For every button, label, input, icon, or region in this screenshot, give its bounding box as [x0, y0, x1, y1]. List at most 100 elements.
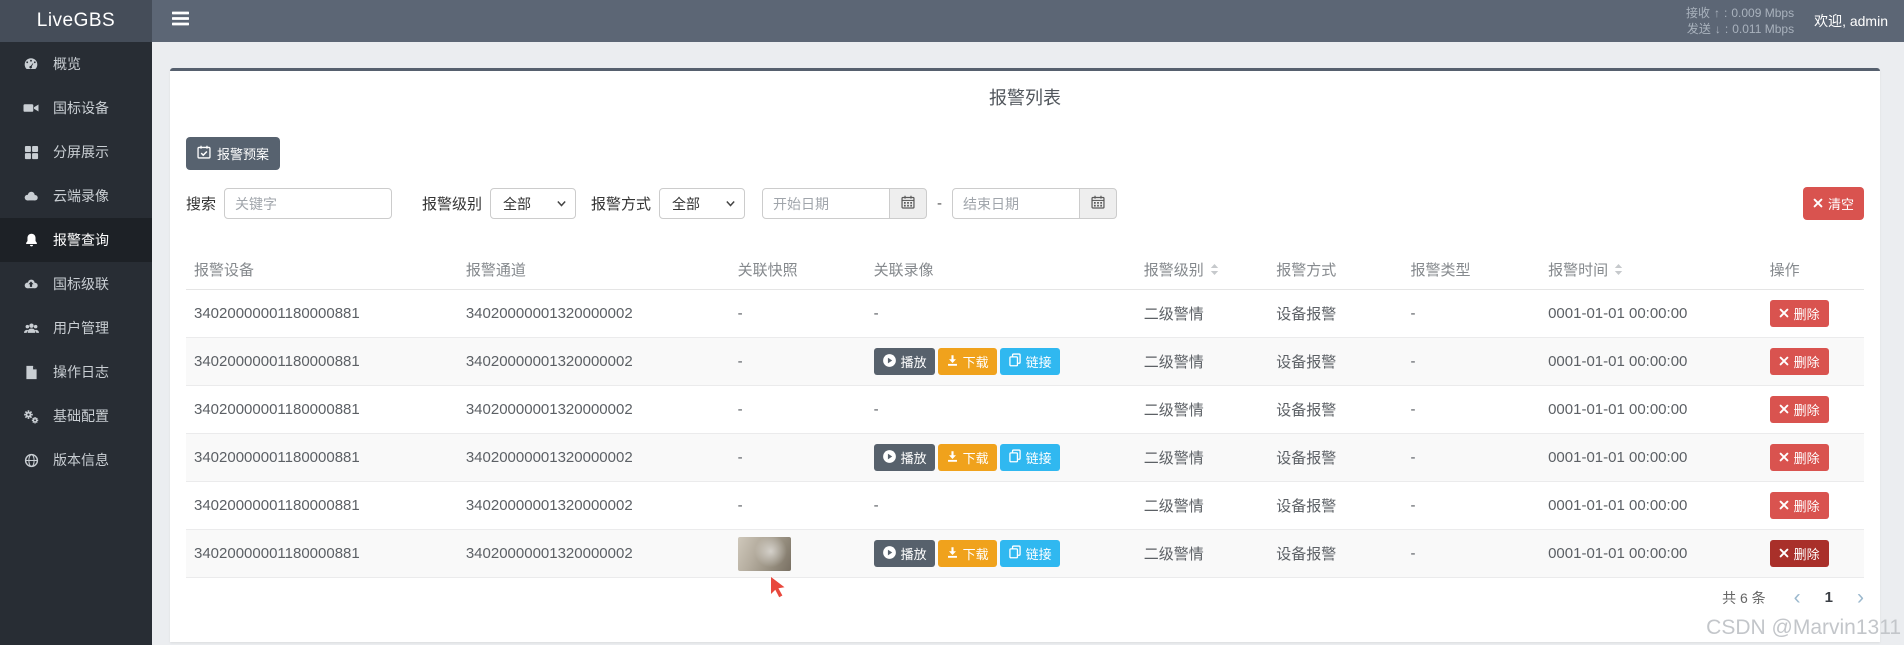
- topbar-right: 接收 ↑:0.009 Mbps 发送 ↓:0.011 Mbps 欢迎, admin: [152, 0, 1904, 42]
- arrow-up-icon: ↑: [1714, 6, 1721, 20]
- download-button[interactable]: 下载: [937, 348, 997, 375]
- alarm-level-select[interactable]: 全部: [490, 188, 577, 219]
- col-header-time[interactable]: 报警时间: [1540, 250, 1762, 290]
- next-page-chevron-icon[interactable]: ›: [1857, 587, 1864, 608]
- delete-label: 删除: [1793, 499, 1820, 514]
- alarm-method-select[interactable]: 全部: [659, 188, 746, 219]
- col-header-snapshot: 关联快照: [729, 250, 866, 290]
- download-icon: [946, 354, 959, 370]
- sort-icon[interactable]: [1209, 263, 1220, 280]
- sidebar-item-3[interactable]: 云端录像: [0, 174, 152, 218]
- chevron-down-icon: [725, 196, 736, 212]
- sidebar-item-2[interactable]: 分屏展示: [0, 130, 152, 174]
- cell-snapshot: -: [729, 337, 866, 386]
- cell-channel: 34020000001320000002: [457, 337, 730, 386]
- sidebar-toggle-button[interactable]: [172, 11, 189, 31]
- sidebar-item-label: 操作日志: [53, 364, 109, 380]
- play-button[interactable]: 播放: [873, 348, 935, 375]
- send-value: 0.011 Mbps: [1732, 22, 1795, 36]
- alarm-snapshot-thumbnail[interactable]: [737, 536, 791, 571]
- delete-button[interactable]: 删除: [1769, 396, 1829, 423]
- start-date-input[interactable]: [762, 188, 891, 219]
- delete-button[interactable]: 删除: [1769, 444, 1829, 471]
- cell-channel: 34020000001320000002: [457, 289, 730, 338]
- download-button[interactable]: 下载: [937, 540, 997, 567]
- start-date-picker-button[interactable]: [889, 188, 928, 219]
- prev-page-chevron-icon[interactable]: ‹: [1794, 587, 1801, 608]
- table-row: 34020000001180000881 34020000001320000002…: [186, 337, 1864, 386]
- cell-actions: 删除: [1761, 337, 1864, 386]
- end-date-picker-button[interactable]: [1079, 188, 1118, 219]
- clear-button[interactable]: 清空: [1802, 187, 1864, 220]
- sidebar-item-8[interactable]: 基础配置: [0, 394, 152, 438]
- cell-device: 34020000001180000881: [186, 481, 458, 530]
- sidebar-item-7[interactable]: 操作日志: [0, 350, 152, 394]
- download-button[interactable]: 下载: [937, 444, 997, 471]
- delete-button[interactable]: 删除: [1769, 300, 1829, 327]
- sidebar-item-1[interactable]: 国标设备: [0, 86, 152, 130]
- sep: :: [1724, 22, 1729, 36]
- delete-button[interactable]: 删除: [1769, 348, 1829, 375]
- copy-icon: [1008, 353, 1022, 370]
- col-header-level[interactable]: 报警级别: [1135, 250, 1269, 290]
- cell-channel: 34020000001320000002: [457, 433, 730, 482]
- current-page[interactable]: 1: [1825, 589, 1833, 606]
- action-label: 下载: [962, 451, 989, 466]
- cell-level: 二级警情: [1135, 481, 1269, 530]
- col-header-label: 操作: [1769, 262, 1800, 279]
- cell-actions: 删除: [1761, 481, 1864, 530]
- welcome-user[interactable]: 欢迎, admin: [1814, 11, 1888, 31]
- sidebar-item-9[interactable]: 版本信息: [0, 438, 152, 482]
- cell-device: 34020000001180000881: [186, 529, 458, 578]
- recv-value: 0.009 Mbps: [1731, 6, 1795, 20]
- link-button[interactable]: 链接: [999, 348, 1060, 375]
- alarm-table: 报警设备 报警通道 关联快照 关联录像 报警级别 报警方式 报警类型 报警时间 操作 34020…: [186, 250, 1864, 578]
- cell-video: 播放 下载 链接: [865, 337, 1136, 386]
- sort-icon[interactable]: [1613, 263, 1624, 280]
- table-row: 34020000001180000881 34020000001320000002…: [186, 433, 1864, 482]
- x-icon: [1779, 306, 1789, 321]
- cell-video: -: [865, 289, 1136, 338]
- action-label: 链接: [1025, 355, 1052, 370]
- col-header-label: 报警时间: [1548, 262, 1609, 279]
- play-icon: [882, 545, 897, 563]
- link-button[interactable]: 链接: [999, 540, 1060, 567]
- cell-video: -: [865, 385, 1136, 434]
- cell-time: 0001-01-01 00:00:00: [1540, 337, 1762, 386]
- app-logo: LiveGBS: [0, 0, 152, 42]
- alarm-plan-button[interactable]: 报警预案: [186, 137, 281, 170]
- search-input[interactable]: [224, 188, 393, 219]
- cell-actions: 删除: [1761, 529, 1864, 578]
- link-button[interactable]: 链接: [999, 444, 1060, 471]
- send-label: 发送: [1686, 22, 1711, 36]
- sidebar-item-5[interactable]: 国标级联: [0, 262, 152, 306]
- delete-button[interactable]: 删除: [1769, 540, 1829, 567]
- cell-type: -: [1402, 433, 1541, 482]
- cell-channel: 34020000001320000002: [457, 481, 730, 530]
- play-button[interactable]: 播放: [873, 444, 935, 471]
- col-header-label: 报警类型: [1410, 262, 1471, 279]
- sidebar-item-6[interactable]: 用户管理: [0, 306, 152, 350]
- filter-bar: 搜索 报警级别 全部 报警方式 全部 -: [186, 187, 1864, 220]
- delete-label: 删除: [1793, 307, 1820, 322]
- play-button[interactable]: 播放: [873, 540, 935, 567]
- cell-type: -: [1402, 289, 1541, 338]
- alarm-panel: 报警列表 报警预案 搜索 报警级别 全部 报警方式 全部: [170, 68, 1880, 642]
- globe-icon: [22, 453, 40, 468]
- grid-icon: [22, 145, 40, 160]
- end-date-input[interactable]: [952, 188, 1081, 219]
- cell-time: 0001-01-01 00:00:00: [1540, 433, 1762, 482]
- cell-method: 设备报警: [1268, 433, 1403, 482]
- cell-channel: 34020000001320000002: [457, 529, 730, 578]
- cell-snapshot: -: [729, 385, 866, 434]
- col-header-label: 关联录像: [873, 262, 934, 279]
- video-camera-icon: [22, 100, 40, 116]
- x-icon: [1779, 498, 1789, 513]
- action-label: 链接: [1025, 451, 1052, 466]
- pagination: ‹ 1 ›: [1794, 587, 1864, 608]
- copy-icon: [1008, 545, 1022, 562]
- delete-button[interactable]: 删除: [1769, 492, 1829, 519]
- sidebar-item-0[interactable]: 概览: [0, 42, 152, 86]
- cloud-icon: [22, 188, 40, 204]
- sidebar-item-4[interactable]: 报警查询: [0, 218, 152, 262]
